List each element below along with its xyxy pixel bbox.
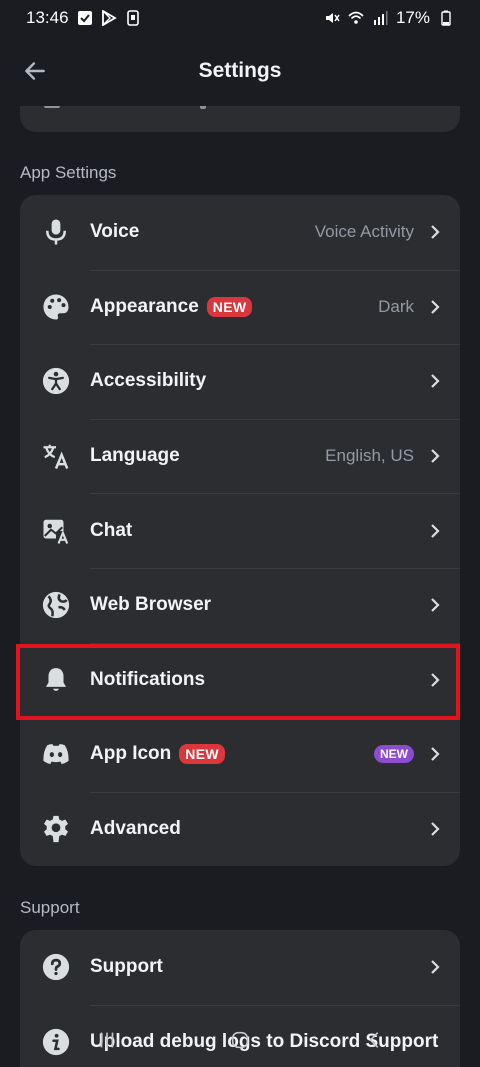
settings-item-value: English, US — [325, 446, 414, 466]
battery-icon — [438, 10, 454, 26]
settings-item-value: Dark — [378, 296, 414, 316]
app-settings-card: Voice Voice Activity Appearance NEW Dark… — [20, 195, 460, 867]
system-back-button[interactable] — [360, 1025, 390, 1055]
section-label-support: Support — [20, 898, 80, 917]
microphone-icon — [40, 216, 72, 248]
mute-icon — [324, 10, 340, 26]
settings-item-label: Accessibility — [90, 370, 207, 392]
battery-percentage: 17% — [395, 8, 430, 27]
home-icon — [231, 1031, 249, 1049]
chevron-right-icon — [428, 596, 442, 614]
settings-item-label: Notifications — [90, 668, 206, 690]
back-button[interactable] — [20, 56, 50, 86]
question-icon — [40, 951, 72, 983]
settings-item-chat[interactable]: Chat — [20, 493, 460, 568]
accessibility-icon — [40, 365, 72, 397]
status-time: 13:46 — [26, 8, 69, 27]
checkbox-notification-icon — [77, 10, 93, 26]
page-title: Settings — [198, 59, 282, 82]
settings-item-app-icon[interactable]: App Icon NEW NEW — [20, 717, 460, 792]
settings-item-label: Advanced — [90, 818, 181, 840]
chat-image-icon — [40, 515, 72, 547]
chevron-right-icon — [428, 298, 442, 316]
recent-apps-button[interactable] — [92, 1025, 122, 1055]
globe-icon — [40, 589, 72, 621]
settings-item-support[interactable]: Support — [20, 930, 460, 1005]
gear-icon — [40, 813, 72, 845]
settings-item-label: Web Browser — [90, 594, 212, 616]
discord-icon — [40, 738, 72, 770]
chevron-right-icon — [428, 745, 442, 763]
status-left: 13:46 — [26, 8, 141, 28]
settings-item-label: App Icon — [90, 743, 172, 765]
recent-apps-icon — [100, 1032, 114, 1048]
section-label-app-settings: App Settings — [20, 163, 117, 182]
chevron-right-icon — [428, 372, 442, 390]
wifi-icon — [348, 10, 364, 26]
chevron-right-icon — [428, 223, 442, 241]
settings-item-voice[interactable]: Voice Voice Activity — [20, 195, 460, 270]
status-right: 17% — [324, 8, 454, 28]
bell-icon — [40, 664, 72, 696]
translate-icon — [40, 440, 72, 472]
settings-item-web-browser[interactable]: Web Browser — [20, 567, 460, 643]
settings-item-value: Voice Activity — [314, 222, 414, 242]
chevron-right-icon — [428, 522, 442, 540]
chevron-right-icon — [428, 958, 442, 976]
chevron-right-icon — [428, 820, 442, 838]
settings-scroll[interactable]: App Settings Voice Voice Activity Appear… — [0, 106, 480, 1067]
app-header: Settings — [0, 36, 480, 106]
settings-item-notifications[interactable]: Notifications — [20, 642, 460, 718]
settings-item-advanced[interactable]: Advanced — [20, 791, 460, 867]
settings-item-label: Appearance — [90, 295, 199, 317]
play-store-icon — [101, 10, 117, 26]
settings-item-accessibility[interactable]: Accessibility — [20, 344, 460, 419]
home-button[interactable] — [225, 1025, 255, 1055]
new-badge: NEW — [206, 296, 253, 317]
settings-item-label: Voice — [90, 221, 140, 243]
arrow-left-icon — [25, 62, 45, 80]
phone-notification-icon — [125, 10, 141, 26]
info-icon — [40, 1026, 72, 1058]
status-bar: 13:46 17% — [0, 0, 480, 36]
new-badge: NEW — [179, 744, 225, 765]
settings-item-language[interactable]: Language English, US — [20, 418, 460, 494]
chevron-right-icon — [428, 671, 442, 689]
previous-settings-card[interactable] — [20, 106, 460, 132]
palette-icon — [40, 291, 72, 323]
settings-item-label: Support — [90, 956, 163, 978]
settings-item-label: Chat — [90, 519, 133, 541]
settings-item-appearance[interactable]: Appearance NEW Dark — [20, 269, 460, 345]
settings-item-label: Language — [90, 445, 180, 467]
new-badge-purple: NEW — [374, 745, 414, 764]
chevron-right-icon — [428, 447, 442, 465]
signal-icon — [372, 10, 388, 26]
chevron-left-icon — [369, 1032, 379, 1048]
